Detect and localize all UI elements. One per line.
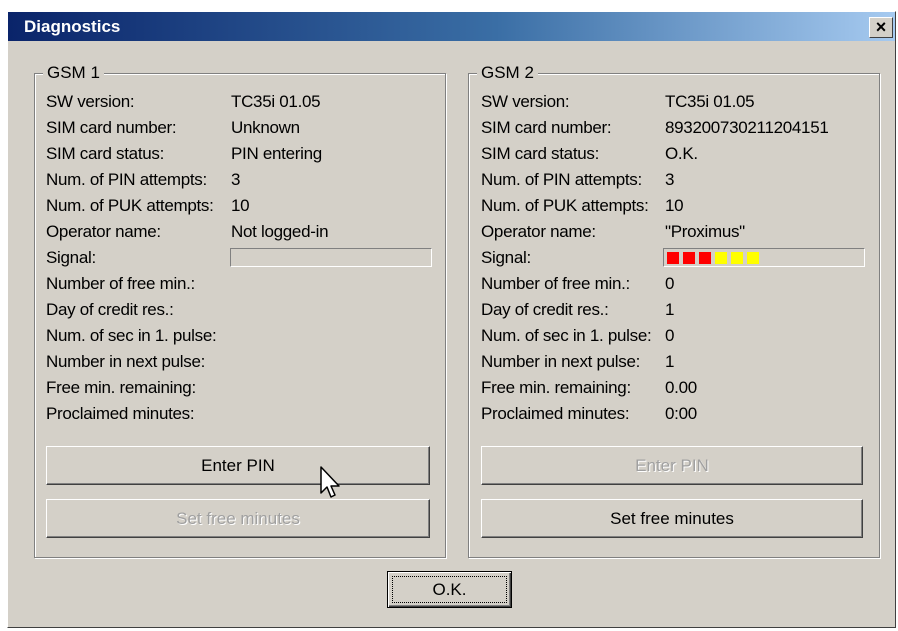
gsm1-sim-number-label: SIM card number: bbox=[46, 118, 177, 137]
gsm2-pin-attempts-value: 3 bbox=[665, 170, 675, 189]
gsm2-signal-meter bbox=[663, 248, 865, 267]
gsm1-sec-pulse-label: Num. of sec in 1. pulse: bbox=[46, 326, 217, 345]
gsm2-puk-attempts-label: Num. of PUK attempts: bbox=[481, 196, 649, 215]
title-bar[interactable] bbox=[8, 12, 895, 41]
gsm2-sim-number-label: SIM card number: bbox=[481, 118, 612, 137]
gsm2-enter-pin-button[interactable]: Enter PIN bbox=[481, 446, 863, 485]
gsm1-sim-number-value: Unknown bbox=[231, 118, 300, 137]
gsm2-free-remaining-value: 0.00 bbox=[665, 378, 697, 397]
gsm2-sim-status-label: SIM card status: bbox=[481, 144, 600, 163]
gsm1-title: GSM 1 bbox=[43, 63, 104, 83]
gsm2-day-credit-value: 1 bbox=[665, 300, 675, 319]
gsm2-free-min-value: 0 bbox=[665, 274, 675, 293]
gsm1-pin-attempts-label: Num. of PIN attempts: bbox=[46, 170, 207, 189]
gsm2-sw-version-label: SW version: bbox=[481, 92, 570, 111]
gsm1-sw-version-label: SW version: bbox=[46, 92, 135, 111]
mouse-pointer-icon bbox=[320, 466, 340, 498]
gsm2-proclaimed-label: Proclaimed minutes: bbox=[481, 404, 630, 423]
gsm2-day-credit-label: Day of credit res.: bbox=[481, 300, 609, 319]
gsm2-sim-number-value: 893200730211204151 bbox=[665, 118, 829, 137]
gsm2-sim-status-value: O.K. bbox=[665, 144, 698, 163]
ok-button-label: O.K. bbox=[432, 579, 467, 599]
close-button[interactable]: × bbox=[869, 17, 893, 38]
gsm1-signal-label: Signal: bbox=[46, 248, 96, 267]
gsm2-signal-bar bbox=[667, 252, 679, 264]
gsm2-proclaimed-value: 0:00 bbox=[665, 404, 697, 423]
gsm1-pin-attempts-value: 3 bbox=[231, 170, 241, 189]
gsm2-title: GSM 2 bbox=[477, 63, 538, 83]
gsm2-pin-attempts-label: Num. of PIN attempts: bbox=[481, 170, 642, 189]
gsm2-free-remaining-label: Free min. remaining: bbox=[481, 378, 631, 397]
gsm2-operator-value: "Proximus" bbox=[665, 222, 745, 241]
gsm2-next-pulse-label: Number in next pulse: bbox=[481, 352, 641, 371]
gsm2-puk-attempts-value: 10 bbox=[665, 196, 684, 215]
gsm1-sw-version-value: TC35i 01.05 bbox=[231, 92, 321, 111]
gsm1-sim-status-value: PIN entering bbox=[231, 144, 322, 163]
gsm2-set-free-minutes-button[interactable]: Set free minutes bbox=[481, 499, 863, 538]
gsm1-puk-attempts-label: Num. of PUK attempts: bbox=[46, 196, 214, 215]
gsm2-operator-label: Operator name: bbox=[481, 222, 596, 241]
gsm1-proclaimed-label: Proclaimed minutes: bbox=[46, 404, 195, 423]
gsm1-sim-status-label: SIM card status: bbox=[46, 144, 165, 163]
gsm2-signal-bar bbox=[747, 252, 759, 264]
gsm2-signal-bar bbox=[683, 252, 695, 264]
gsm1-operator-label: Operator name: bbox=[46, 222, 161, 241]
gsm1-set-free-minutes-button[interactable]: Set free minutes bbox=[46, 499, 430, 538]
gsm2-signal-label: Signal: bbox=[481, 248, 531, 267]
gsm2-sec-pulse-label: Num. of sec in 1. pulse: bbox=[481, 326, 652, 345]
ok-button[interactable]: O.K. bbox=[387, 571, 512, 608]
gsm2-signal-bar bbox=[699, 252, 711, 264]
gsm2-next-pulse-value: 1 bbox=[665, 352, 675, 371]
gsm1-signal-meter bbox=[230, 248, 432, 267]
gsm2-sec-pulse-value: 0 bbox=[665, 326, 675, 345]
gsm1-puk-attempts-value: 10 bbox=[231, 196, 250, 215]
gsm2-signal-bar bbox=[731, 252, 743, 264]
gsm1-free-remaining-label: Free min. remaining: bbox=[46, 378, 196, 397]
window-title: Diagnostics bbox=[24, 17, 121, 36]
gsm2-signal-bar bbox=[715, 252, 727, 264]
gsm1-day-credit-label: Day of credit res.: bbox=[46, 300, 174, 319]
gsm2-free-min-label: Number of free min.: bbox=[481, 274, 630, 293]
gsm2-sw-version-value: TC35i 01.05 bbox=[665, 92, 755, 111]
gsm1-enter-pin-button[interactable]: Enter PIN bbox=[46, 446, 430, 485]
gsm1-free-min-label: Number of free min.: bbox=[46, 274, 195, 293]
gsm1-operator-value: Not logged-in bbox=[231, 222, 329, 241]
gsm1-next-pulse-label: Number in next pulse: bbox=[46, 352, 206, 371]
